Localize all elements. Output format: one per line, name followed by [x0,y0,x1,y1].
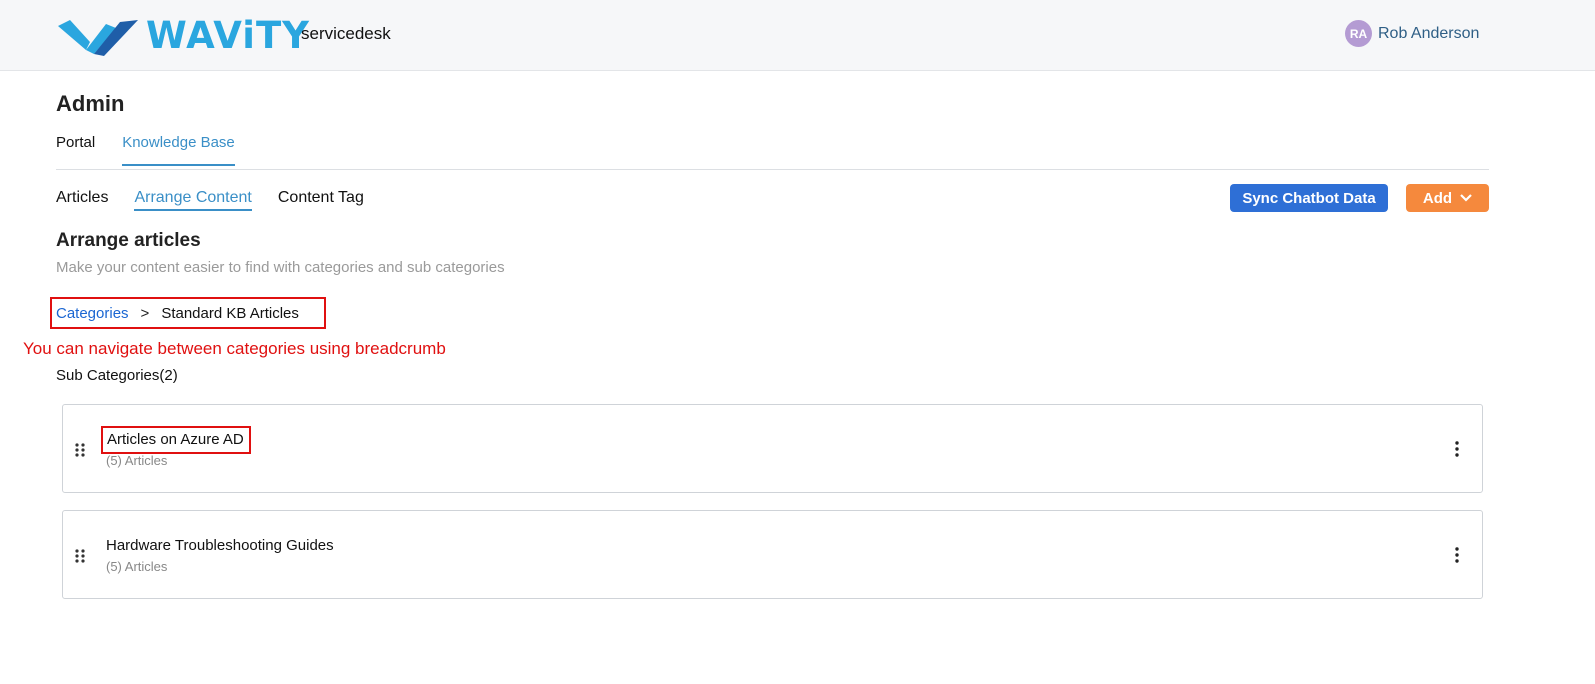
subcategories-count: Sub Categories(2) [56,367,178,384]
chevron-down-icon [1460,194,1472,202]
product-name: servicedesk [301,24,391,43]
logo-text: WAViTY [146,14,310,57]
more-vertical-icon[interactable] [1454,441,1460,457]
subcategory-title[interactable]: Hardware Troubleshooting Guides [106,537,334,554]
subcategory-article-count: (5) Articles [106,559,168,574]
section-title: Arrange articles [56,230,201,251]
avatar[interactable]: RA [1345,20,1372,47]
drag-handle-icon[interactable] [75,443,85,457]
breadcrumb: Categories > Standard KB Articles [50,297,326,329]
wavity-logo[interactable]: WAViTY [56,16,310,56]
subcategory-article-count: (5) Articles [106,453,168,468]
page-title: Admin [56,91,125,116]
more-vertical-icon[interactable] [1454,547,1460,563]
add-button-label: Add [1422,189,1453,207]
subcategory-card[interactable]: Hardware Troubleshooting Guides (5) Arti… [62,510,1483,599]
main-tabs: Portal Knowledge Base [56,134,262,166]
subtab-content-tag[interactable]: Content Tag [278,189,364,211]
tabs-divider [56,169,1489,170]
breadcrumb-categories-link[interactable]: Categories [56,305,129,322]
breadcrumb-separator: > [140,304,150,322]
subcategory-card[interactable]: Articles on Azure AD (5) Articles [62,404,1483,493]
subtab-arrange-content[interactable]: Arrange Content [134,189,252,211]
breadcrumb-current: Standard KB Articles [161,304,299,322]
user-name[interactable]: Rob Anderson [1378,25,1479,43]
tab-knowledge-base[interactable]: Knowledge Base [122,134,235,166]
subcategory-title[interactable]: Articles on Azure AD [101,426,251,454]
sub-tabs: Articles Arrange Content Content Tag [56,189,390,211]
annotation-text: You can navigate between categories usin… [23,339,446,358]
wavity-logo-icon [58,20,138,56]
tab-portal[interactable]: Portal [56,134,95,166]
drag-handle-icon[interactable] [75,549,85,563]
section-subtitle: Make your content easier to find with ca… [56,259,505,276]
top-bar: WAViTY servicedesk RA Rob Anderson [0,0,1595,71]
sync-chatbot-data-button[interactable]: Sync Chatbot Data [1230,184,1388,212]
add-button[interactable]: Add [1406,184,1489,212]
subtab-articles[interactable]: Articles [56,189,108,211]
user-menu[interactable]: RA Rob Anderson [1345,20,1479,47]
